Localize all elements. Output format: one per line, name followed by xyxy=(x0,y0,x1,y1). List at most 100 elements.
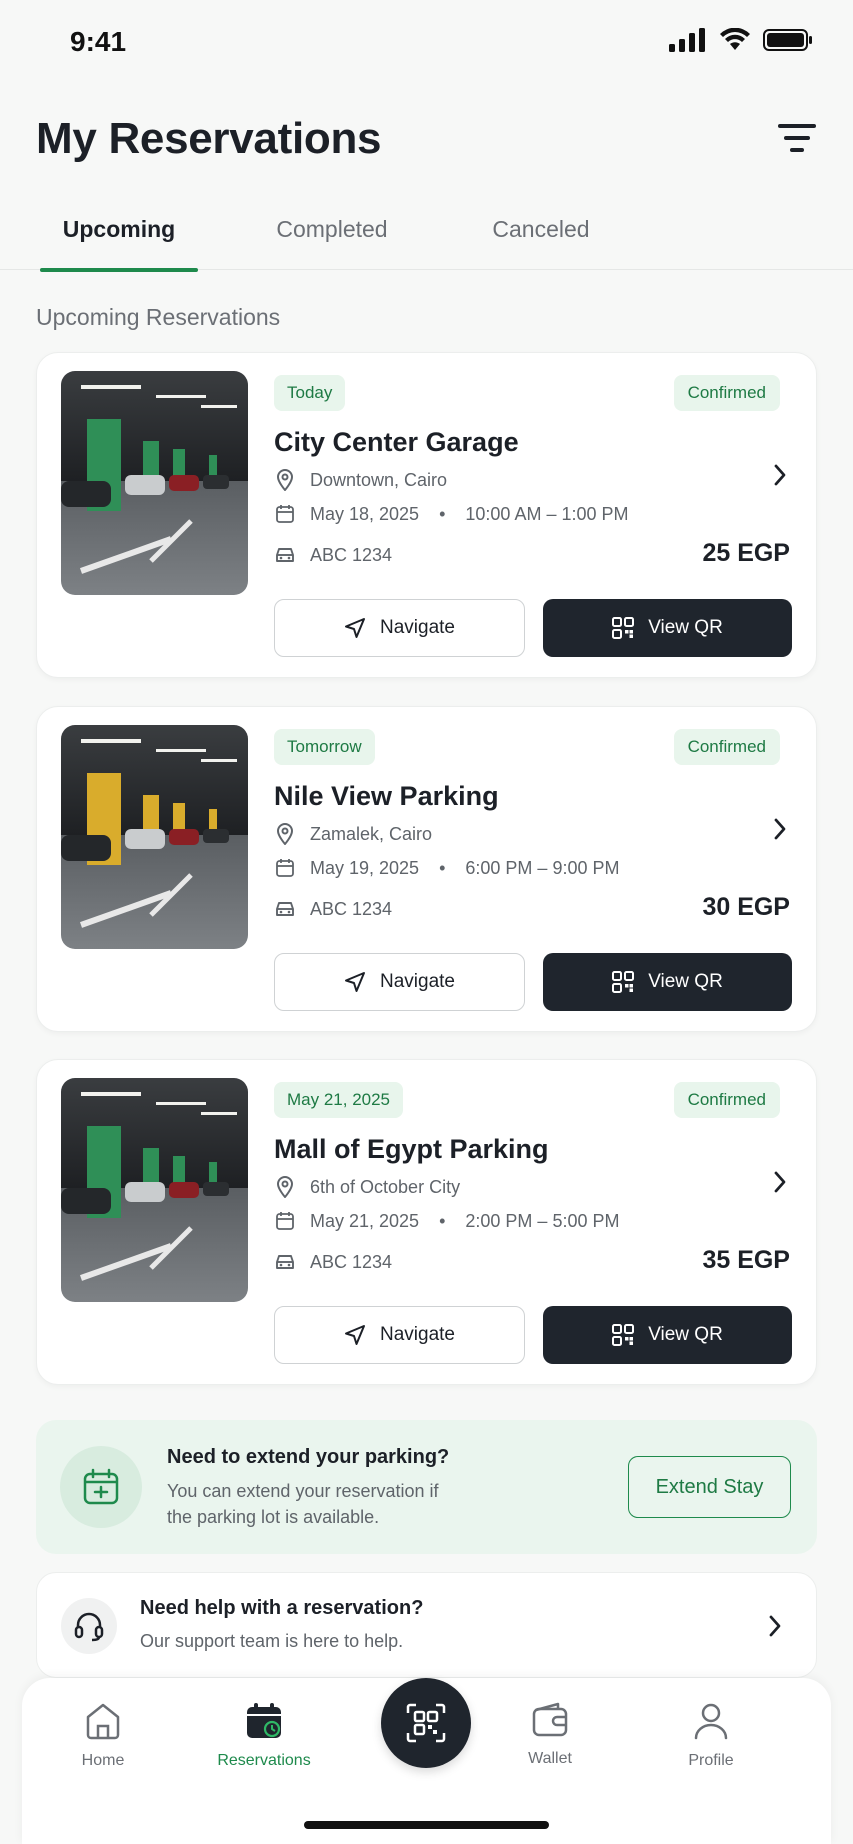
plate-number: ABC 1234 xyxy=(310,898,393,919)
schedule-row: May 21, 2025 • 2:00 PM – 5:00 PM xyxy=(274,1210,619,1232)
reservation-tabs: Upcoming Completed Canceled xyxy=(0,200,853,272)
parking-photo xyxy=(61,371,248,595)
vehicle-row: ABC 1234 xyxy=(274,544,392,566)
nav-home[interactable]: Home xyxy=(43,1702,163,1770)
price: 25 EGP xyxy=(702,539,790,567)
price: 35 EGP xyxy=(702,1246,790,1274)
wifi-icon xyxy=(720,28,750,50)
navigate-arrow-icon xyxy=(345,618,365,638)
reservation-time: 2:00 PM – 5:00 PM xyxy=(465,1210,620,1231)
date-badge: Today xyxy=(274,375,346,411)
status-bar: 9:41 xyxy=(0,0,853,82)
home-indicator xyxy=(304,1821,549,1829)
extend-stay-button[interactable]: Extend Stay xyxy=(628,1456,791,1518)
filter-button[interactable] xyxy=(775,116,819,160)
chevron-right-icon[interactable] xyxy=(768,817,792,841)
parking-name: City Center Garage xyxy=(274,427,519,457)
chevron-right-icon[interactable] xyxy=(768,463,792,487)
extend-parking-banner: Need to extend your parking? You can ext… xyxy=(36,1420,817,1554)
help-text: Our support team is here to help. xyxy=(140,1631,404,1651)
car-icon xyxy=(274,544,296,566)
help-card[interactable]: Need help with a reservation? Our suppor… xyxy=(36,1572,817,1678)
schedule-row: May 18, 2025 • 10:00 AM – 1:00 PM xyxy=(274,503,629,525)
reservation-card[interactable]: Tomorrow Confirmed Nile View Parking Zam… xyxy=(36,706,817,1032)
status-badge: Confirmed xyxy=(673,729,780,765)
location-row: Downtown, Cairo xyxy=(274,469,447,491)
schedule-row: May 19, 2025 • 6:00 PM – 9:00 PM xyxy=(274,857,619,879)
location-text: 6th of October City xyxy=(310,1176,461,1197)
nav-profile[interactable]: Profile xyxy=(651,1702,771,1770)
qr-code-icon xyxy=(612,1324,635,1346)
qr-scan-icon xyxy=(406,1703,446,1743)
nav-reservations-label: Reservations xyxy=(217,1752,311,1769)
chevron-right-icon[interactable] xyxy=(768,1170,792,1194)
price: 30 EGP xyxy=(702,893,790,921)
nav-profile-label: Profile xyxy=(688,1752,734,1769)
navigate-button[interactable]: Navigate xyxy=(274,599,525,657)
profile-icon xyxy=(694,1703,728,1740)
calendar-small-icon xyxy=(274,857,296,879)
navigate-button[interactable]: Navigate xyxy=(274,1306,525,1364)
battery-icon xyxy=(763,29,812,51)
view-qr-button[interactable]: View QR xyxy=(543,599,792,657)
parking-photo xyxy=(61,1078,248,1302)
nav-wallet-label: Wallet xyxy=(528,1750,572,1767)
location-row: Zamalek, Cairo xyxy=(274,823,432,845)
parking-name: Mall of Egypt Parking xyxy=(274,1134,549,1164)
status-badge: Confirmed xyxy=(673,1082,780,1118)
nav-scan-button[interactable] xyxy=(381,1678,471,1768)
calendar-icon xyxy=(247,1703,281,1738)
car-icon xyxy=(274,898,296,920)
help-icon-wrap xyxy=(61,1598,117,1654)
reservation-time: 10:00 AM – 1:00 PM xyxy=(465,503,629,524)
reservation-card[interactable]: Today Confirmed City Center Garage Downt… xyxy=(36,352,817,678)
view-qr-button[interactable]: View QR xyxy=(543,953,792,1011)
view-qr-button[interactable]: View QR xyxy=(543,1306,792,1364)
vehicle-row: ABC 1234 xyxy=(274,898,392,920)
chevron-right-icon xyxy=(769,1615,781,1637)
date-badge: May 21, 2025 xyxy=(274,1082,404,1118)
extend-icon-wrap xyxy=(60,1446,142,1528)
location-row: 6th of October City xyxy=(274,1176,460,1198)
separator-dot: • xyxy=(439,857,446,878)
location-text: Zamalek, Cairo xyxy=(310,823,433,844)
view-qr-label: View QR xyxy=(648,617,723,638)
tab-canceled[interactable]: Canceled xyxy=(466,200,616,270)
reservation-date: May 21, 2025 xyxy=(310,1210,420,1231)
navigate-label: Navigate xyxy=(380,971,455,992)
qr-code-icon xyxy=(612,971,635,993)
navigate-label: Navigate xyxy=(380,1324,455,1345)
vehicle-row: ABC 1234 xyxy=(274,1251,392,1273)
signal-icon xyxy=(669,28,705,52)
view-qr-label: View QR xyxy=(648,1324,723,1345)
reservation-time: 6:00 PM – 9:00 PM xyxy=(465,857,620,878)
calendar-small-icon xyxy=(274,1210,296,1232)
help-title: Need help with a reservation? xyxy=(140,1597,424,1619)
tab-completed[interactable]: Completed xyxy=(252,200,412,270)
view-qr-label: View QR xyxy=(648,971,723,992)
wallet-icon xyxy=(532,1702,568,1737)
tab-upcoming[interactable]: Upcoming xyxy=(40,200,198,272)
reservation-card[interactable]: May 21, 2025 Confirmed Mall of Egypt Par… xyxy=(36,1059,817,1385)
status-icons xyxy=(669,28,813,52)
location-pin-icon xyxy=(274,1176,296,1198)
navigate-label: Navigate xyxy=(380,617,455,638)
nav-home-label: Home xyxy=(81,1752,125,1769)
status-badge: Confirmed xyxy=(673,375,780,411)
extend-title: Need to extend your parking? xyxy=(167,1446,450,1468)
separator-dot: • xyxy=(439,1210,446,1231)
navigate-arrow-icon xyxy=(345,1325,365,1345)
navigate-arrow-icon xyxy=(345,972,365,992)
location-text: Downtown, Cairo xyxy=(310,469,448,490)
bottom-nav: Home Reservations Wallet Profile xyxy=(22,1678,831,1844)
page-title: My Reservations xyxy=(36,114,382,163)
reservation-date: May 18, 2025 xyxy=(310,503,420,524)
section-label: Upcoming Reservations xyxy=(36,304,281,330)
location-pin-icon xyxy=(274,469,296,491)
navigate-button[interactable]: Navigate xyxy=(274,953,525,1011)
nav-reservations[interactable]: Reservations xyxy=(204,1702,324,1770)
location-pin-icon xyxy=(274,823,296,845)
status-time: 9:41 xyxy=(70,26,127,57)
reservation-date: May 19, 2025 xyxy=(310,857,420,878)
nav-wallet[interactable]: Wallet xyxy=(490,1702,610,1768)
